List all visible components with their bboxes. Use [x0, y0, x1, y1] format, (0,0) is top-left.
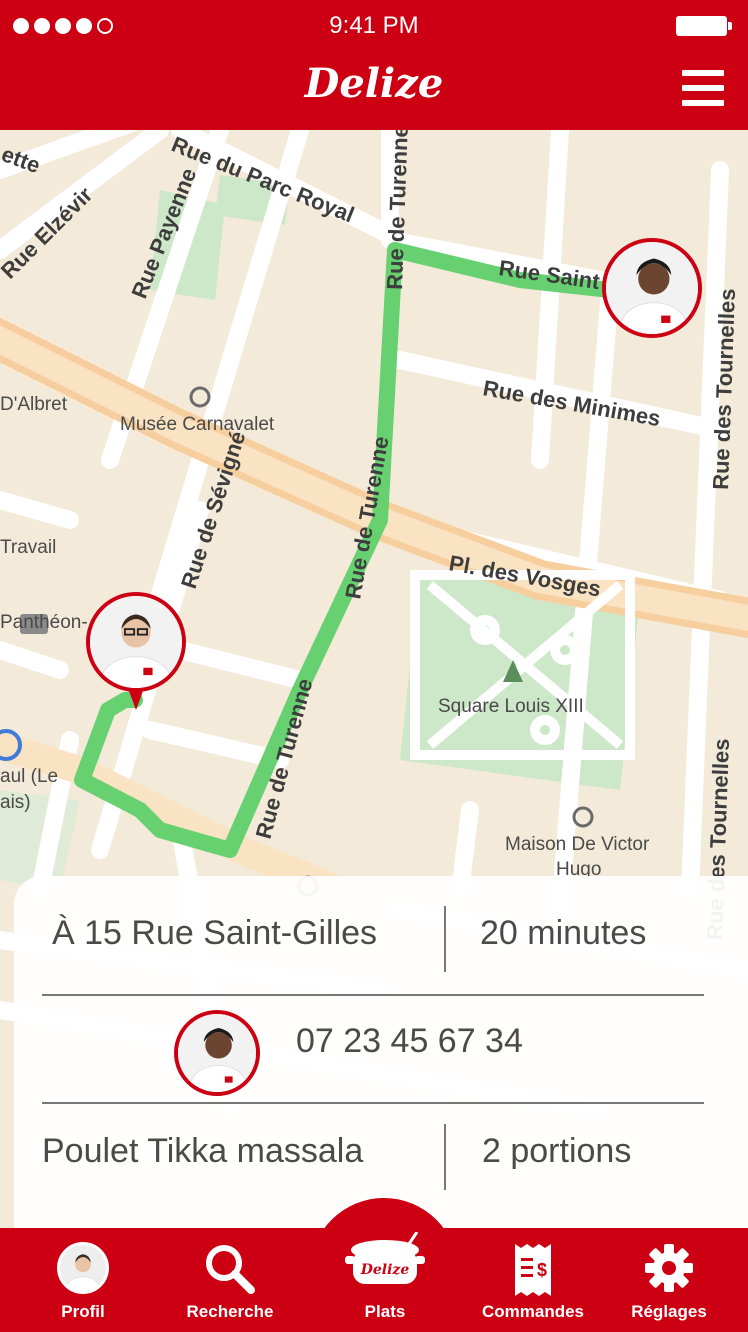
street-label: ais): [0, 792, 31, 813]
brand-logo: Delize: [304, 60, 444, 107]
street-label: Travail: [0, 537, 56, 558]
battery-icon: [676, 16, 732, 36]
status-bar: 9:41 PM: [0, 0, 748, 52]
tab-reglages[interactable]: Réglages: [614, 1232, 724, 1332]
dish-name: Poulet Tikka massala: [42, 1132, 364, 1170]
courier-location-pin[interactable]: [602, 238, 702, 338]
delivery-info-card: À 15 Rue Saint-Gilles 20 minutes 07 23 4…: [14, 876, 748, 1236]
delivery-destination-row: À 15 Rue Saint-Gilles 20 minutes: [42, 886, 704, 996]
courier-avatar: [606, 242, 698, 334]
gear-icon: [645, 1244, 693, 1292]
cooking-pot-icon: Delize: [345, 1232, 425, 1284]
tab-label: Réglages: [631, 1302, 707, 1321]
svg-text:$: $: [537, 1260, 547, 1280]
courier-avatar[interactable]: [174, 1010, 260, 1096]
pot-text: Delize: [360, 1262, 410, 1278]
courier-contact-row: 07 23 45 67 34: [42, 994, 704, 1104]
status-time: 9:41 PM: [329, 12, 419, 39]
tab-recherche[interactable]: Recherche: [170, 1232, 290, 1332]
hamburger-menu-icon[interactable]: [682, 70, 724, 106]
courier-avatar-face: [178, 1014, 256, 1092]
place-label: Square Louis XIII: [438, 696, 584, 717]
street-label: D'Albret: [0, 394, 68, 415]
tab-label: Recherche: [186, 1302, 274, 1321]
delivery-address: À 15 Rue Saint-Gilles: [52, 914, 378, 952]
customer-face: [90, 596, 182, 688]
delivery-eta: 20 minutes: [480, 914, 647, 952]
divider: [444, 1124, 446, 1190]
portion-count: 2 portions: [482, 1132, 632, 1170]
tab-label: Commandes: [481, 1302, 585, 1321]
order-details-row: Poulet Tikka massala 2 portions: [42, 1104, 704, 1214]
receipt-icon: $: [515, 1244, 551, 1296]
tab-label: Profil: [61, 1302, 105, 1321]
divider: [444, 906, 446, 972]
street-label: Panthéon-: [0, 612, 88, 633]
street-label: aul (Le: [0, 766, 58, 787]
customer-location-pin[interactable]: [86, 592, 186, 712]
tab-label: Plats: [364, 1302, 406, 1321]
profile-avatar-icon: [57, 1242, 109, 1294]
tab-profil[interactable]: Profil: [20, 1232, 146, 1332]
customer-avatar: [86, 592, 186, 692]
search-icon: [206, 1245, 255, 1294]
place-label: Musée Carnavalet: [120, 414, 275, 435]
place-label: Maison De Victor: [505, 834, 650, 855]
courier-phone[interactable]: 07 23 45 67 34: [296, 1022, 523, 1061]
app-header: Delize: [0, 52, 748, 130]
tab-commandes[interactable]: $ Commandes: [470, 1232, 596, 1332]
tab-plats[interactable]: Delize Plats: [330, 1232, 440, 1332]
